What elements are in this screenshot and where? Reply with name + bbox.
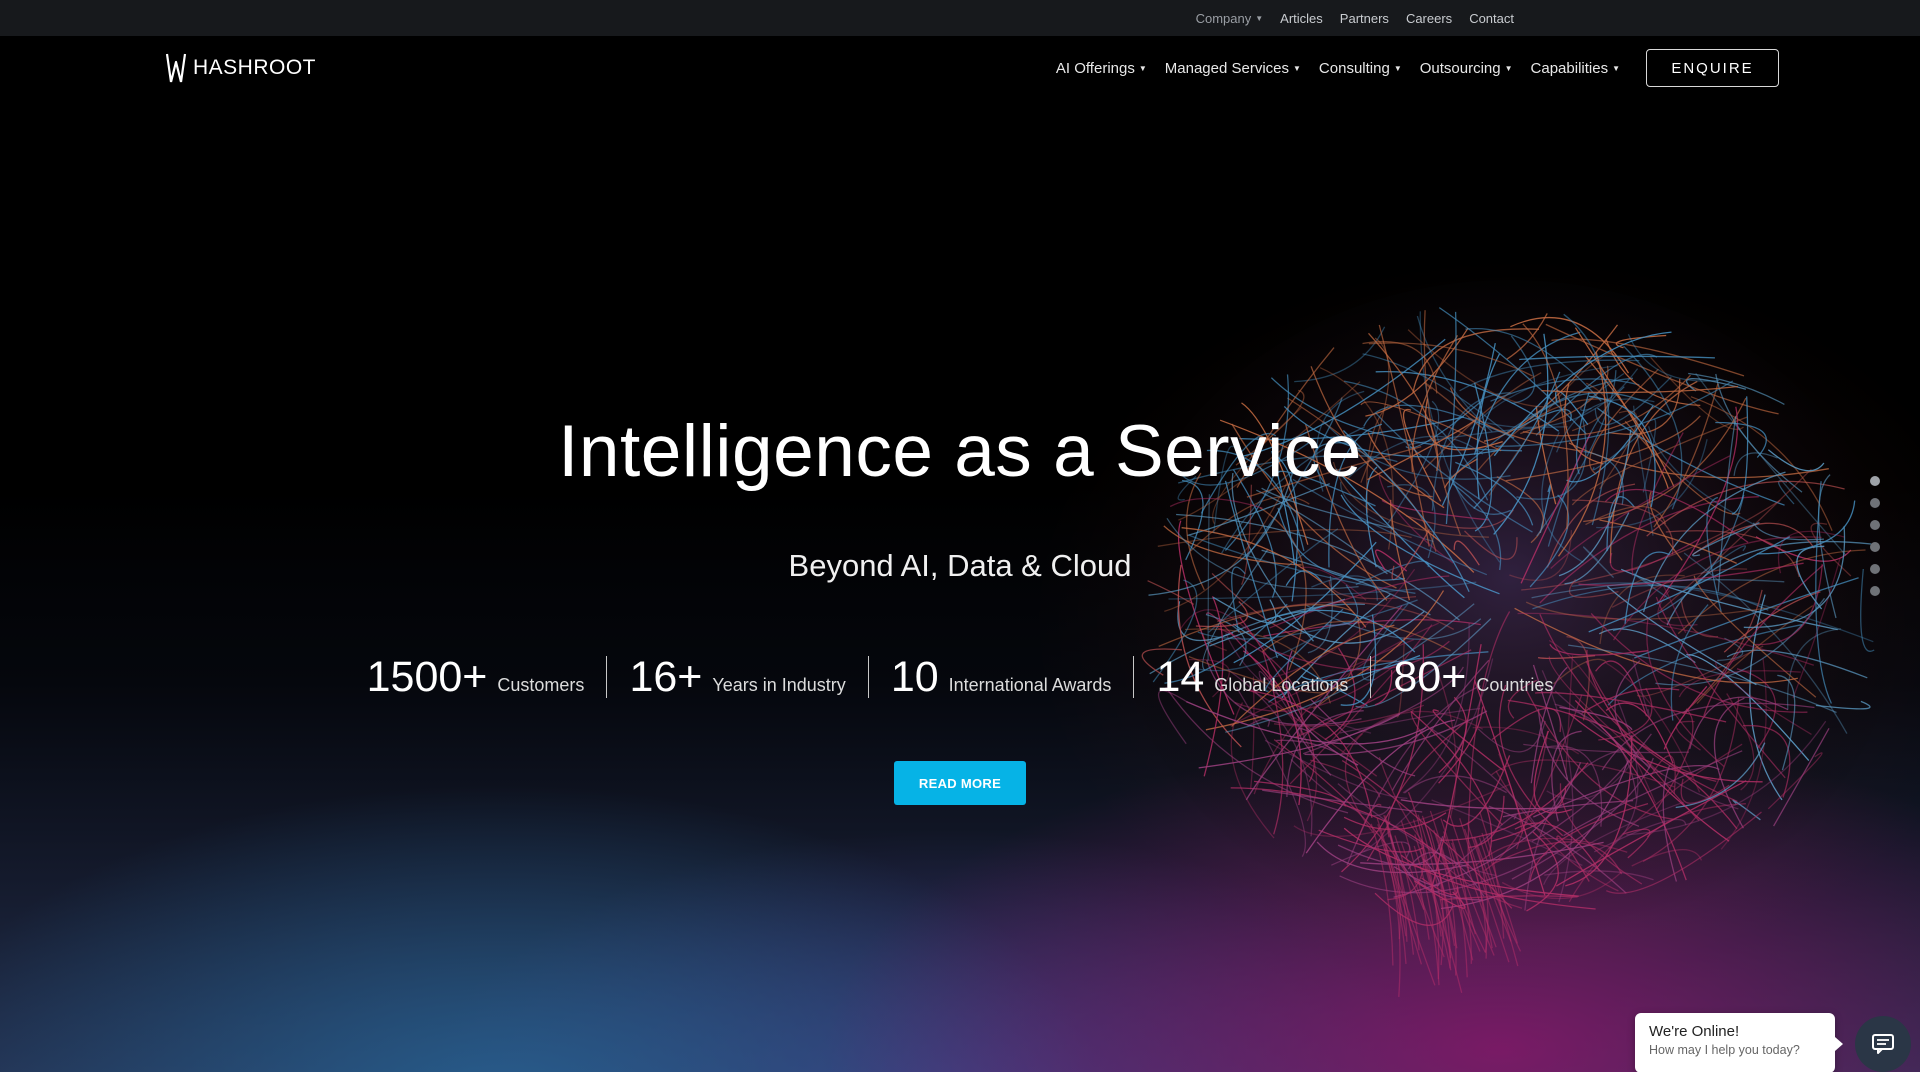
enquire-button[interactable]: ENQUIRE [1646, 49, 1779, 87]
logo-text: HASHROOT [193, 56, 317, 79]
hashroot-logo-icon [165, 53, 187, 83]
top-utility-bar: Company ▼ Articles Partners Careers Conta… [0, 0, 1920, 36]
chevron-down-icon: ▼ [1138, 63, 1147, 73]
stat-customers: 1500+ Customers [345, 653, 607, 701]
slide-dot[interactable] [1870, 564, 1880, 574]
chat-launcher-button[interactable] [1855, 1016, 1911, 1072]
stat-label: Customers [497, 675, 585, 695]
stat-label: Years in Industry [712, 675, 846, 695]
slide-dot[interactable] [1870, 586, 1880, 596]
top-link-contact[interactable]: Contact [1469, 11, 1514, 26]
chevron-down-icon: ▼ [1504, 63, 1513, 73]
chat-popup[interactable]: We're Online! How may I help you today? [1635, 1013, 1843, 1073]
chevron-down-icon: ▼ [1293, 63, 1301, 73]
stat-number: 1500+ [366, 653, 488, 701]
stat-number: 80+ [1393, 653, 1467, 701]
top-link-company[interactable]: Company ▼ [1196, 11, 1264, 26]
top-link-partners[interactable]: Partners [1340, 11, 1389, 26]
stat-label: Countries [1476, 675, 1554, 695]
main-header: HASHROOT AI Offerings ▼ Managed Services ▼… [0, 36, 1920, 100]
chevron-down-icon: ▼ [1393, 63, 1402, 73]
top-links: Company ▼ Articles Partners Careers Conta… [1196, 0, 1514, 36]
chat-subtitle: How may I help you today? [1649, 1043, 1800, 1057]
brain-network-image [1120, 280, 1900, 997]
slide-dot[interactable] [1870, 542, 1880, 552]
stat-number: 14 [1156, 653, 1205, 701]
stat-countries: 80+ Countries [1371, 653, 1575, 701]
nav-ai-offerings[interactable]: AI Offerings ▼ [1056, 60, 1147, 77]
slide-dot[interactable] [1870, 498, 1880, 508]
page-bottom-edge [0, 1072, 1920, 1080]
slide-dot[interactable] [1870, 520, 1880, 530]
top-link-careers[interactable]: Careers [1406, 11, 1452, 26]
chat-title: We're Online! [1649, 1023, 1740, 1040]
chevron-down-icon: ▼ [1612, 63, 1620, 73]
nav-consulting[interactable]: Consulting ▼ [1319, 60, 1402, 77]
hero-section: Intelligence as a Service Beyond AI, Dat… [0, 100, 1920, 1072]
read-more-button[interactable]: READ MORE [894, 761, 1026, 805]
main-nav: AI Offerings ▼ Managed Services ▼ Consulti… [1056, 36, 1620, 100]
stat-years: 16+ Years in Industry [607, 653, 867, 701]
stat-locations: 14 Global Locations [1134, 653, 1370, 701]
stats-row: 1500+ Customers 16+ Years in Industry 10… [0, 653, 1920, 701]
nav-capabilities[interactable]: Capabilities ▼ [1531, 60, 1620, 77]
stat-label: International Awards [948, 675, 1112, 695]
stat-label: Global Locations [1214, 675, 1349, 695]
stat-number: 10 [890, 653, 939, 701]
slide-pagination [1870, 476, 1880, 596]
site-logo[interactable]: HASHROOT [165, 51, 316, 85]
top-link-articles[interactable]: Articles [1280, 11, 1323, 26]
slide-dot[interactable] [1870, 476, 1880, 486]
chevron-down-icon: ▼ [1255, 13, 1264, 23]
nav-managed-services[interactable]: Managed Services ▼ [1165, 60, 1301, 77]
stat-awards: 10 International Awards [869, 653, 1134, 701]
chat-icon [1872, 1034, 1894, 1054]
hero-subline: Beyond AI, Data & Cloud [788, 548, 1132, 583]
hero-headline: Intelligence as a Service [558, 411, 1362, 492]
stat-number: 16+ [629, 653, 703, 701]
nav-outsourcing[interactable]: Outsourcing ▼ [1420, 60, 1513, 77]
